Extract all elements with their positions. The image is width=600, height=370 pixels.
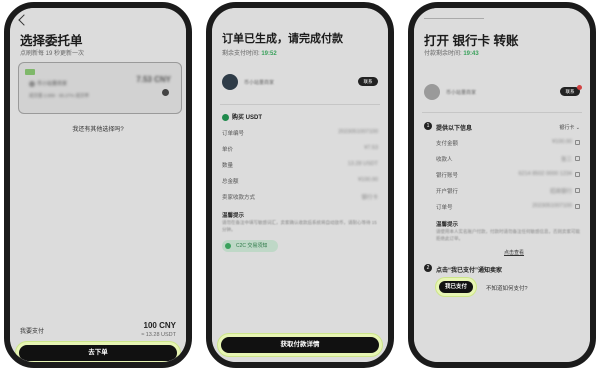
get-payment-details-button[interactable]: 获取付款详情 — [218, 334, 382, 356]
payment-info-row: 支付金额 ¥100.00 — [436, 139, 580, 149]
merchant-name: 币小站量商家 — [244, 80, 275, 86]
countdown: 剩余支付时间: 19:52 — [222, 51, 277, 57]
screen-order-created: 订单已生成，请完成付款 剩余支付时间: 19:52 币小站量商家 联系 购买 U… — [212, 8, 388, 362]
place-order-button[interactable]: 去下单 — [16, 342, 180, 362]
page-title: 选择委托单 — [20, 34, 83, 48]
merchant-avatar — [424, 84, 440, 100]
section-title: 购买 USDT — [222, 112, 262, 121]
order-row: 单价 ¥7.53 — [222, 145, 378, 153]
refresh-hint: 点刷新每 19 秒更新一次 — [20, 51, 85, 57]
offer-merchant: 币小站量商家 — [29, 80, 67, 87]
note-title: 温馨提示 — [436, 222, 459, 228]
unread-dot-icon — [577, 85, 582, 90]
offer-card[interactable]: 币小站量商家 成交量 2,999 · 95.27% 成交率 7.53 CNY — [18, 62, 182, 114]
payment-info-row: 银行账号 6214 8502 0000 1234 — [436, 171, 580, 181]
pay-amount: 100 CNY — [143, 321, 176, 330]
merchant-avatar — [29, 80, 35, 87]
order-row: 总金额 ¥100.00 — [222, 177, 378, 185]
copy-icon[interactable] — [575, 156, 580, 161]
payment-info-row: 收款人 张三 — [436, 155, 580, 165]
divider — [422, 112, 582, 113]
countdown: 付款剩余时间: 19:43 — [424, 51, 479, 57]
more-info-link[interactable]: 点击查看 — [504, 249, 524, 256]
i-have-paid-button[interactable]: 我已支付 — [436, 278, 476, 296]
copy-icon[interactable] — [575, 172, 580, 177]
merchant-row: 币小站量商家 联系 — [424, 84, 582, 106]
step-2-title: 点击“我已支付”通知卖家 — [436, 268, 503, 274]
divider — [220, 104, 380, 105]
merchant-badge-icon — [25, 69, 35, 75]
note-body: 请勿在备注中填写敏感词汇，卖家确认收款后系统将自动放币，请耐心等待 15 分钟。 — [222, 220, 377, 232]
step-1-icon: 1 — [424, 122, 432, 130]
info-icon — [225, 243, 231, 249]
back-arrow-icon[interactable] — [18, 14, 30, 26]
payment-info-row: 订单号 2023051007100 — [436, 203, 580, 213]
check-icon — [222, 113, 229, 121]
screen-select-offer: 选择委托单 点刷新每 19 秒更新一次 币小站量商家 成交量 2,999 · 9… — [10, 8, 186, 362]
page-title: 订单已生成，请完成付款 — [222, 33, 343, 45]
offer-stats: 成交量 2,999 · 95.27% 成交率 — [29, 93, 90, 98]
how-to-pay-link[interactable]: 不知道如何支付? — [486, 284, 528, 292]
c2c-guide-chip[interactable]: C2C 交易须知 — [222, 240, 278, 252]
phone-order-created: 订单已生成，请完成付款 剩余支付时间: 19:52 币小站量商家 联系 购买 U… — [206, 2, 394, 368]
copy-icon[interactable] — [575, 188, 580, 193]
step-2-icon: 2 — [424, 264, 432, 272]
merchant-name: 币小站量商家 — [446, 90, 477, 96]
order-row: 数量 13.28 USDT — [222, 161, 378, 169]
merchant-row: 币小站量商家 联系 — [222, 74, 378, 96]
merchant-avatar — [222, 74, 238, 90]
note-body: 请使用本人实名账户付款，付款时请勿备注任何敏感信息，否则卖家可能拒绝此订单。 — [436, 229, 580, 241]
note-title: 温馨提示 — [222, 213, 245, 219]
top-divider — [424, 18, 484, 19]
page-title: 打开 银行卡 转账 — [424, 34, 519, 48]
phone-bank-transfer: 打开 银行卡 转账 付款剩余时间: 19:43 币小站量商家 联系 1 提供以下… — [408, 2, 596, 368]
other-options-link[interactable]: 我还有其他选择吗? — [10, 124, 186, 133]
phone-select-offer: 选择委托单 点刷新每 19 秒更新一次 币小站量商家 成交量 2,999 · 9… — [4, 2, 192, 368]
contact-button[interactable]: 联系 — [560, 85, 582, 96]
payment-method-select[interactable]: 银行卡 ⌄ — [559, 124, 580, 131]
contact-button[interactable]: 联系 — [358, 77, 378, 86]
offer-radio[interactable] — [162, 89, 169, 96]
order-row: 订单编号 2023051007100 — [222, 129, 378, 137]
pay-label: 我要支付 — [20, 329, 45, 335]
copy-icon[interactable] — [575, 204, 580, 209]
order-row: 卖家收款方式 银行卡 — [222, 195, 378, 201]
copy-icon[interactable] — [575, 140, 580, 145]
screen-bank-transfer: 打开 银行卡 转账 付款剩余时间: 19:43 币小站量商家 联系 1 提供以下… — [414, 8, 590, 362]
offer-price: 7.53 CNY — [136, 75, 171, 84]
payment-info-row: 开户银行 招商银行 — [436, 187, 580, 197]
pay-usdt-equivalent: ≈ 13.28 USDT — [141, 332, 176, 338]
step-1-title: 提供以下信息 — [436, 126, 473, 132]
